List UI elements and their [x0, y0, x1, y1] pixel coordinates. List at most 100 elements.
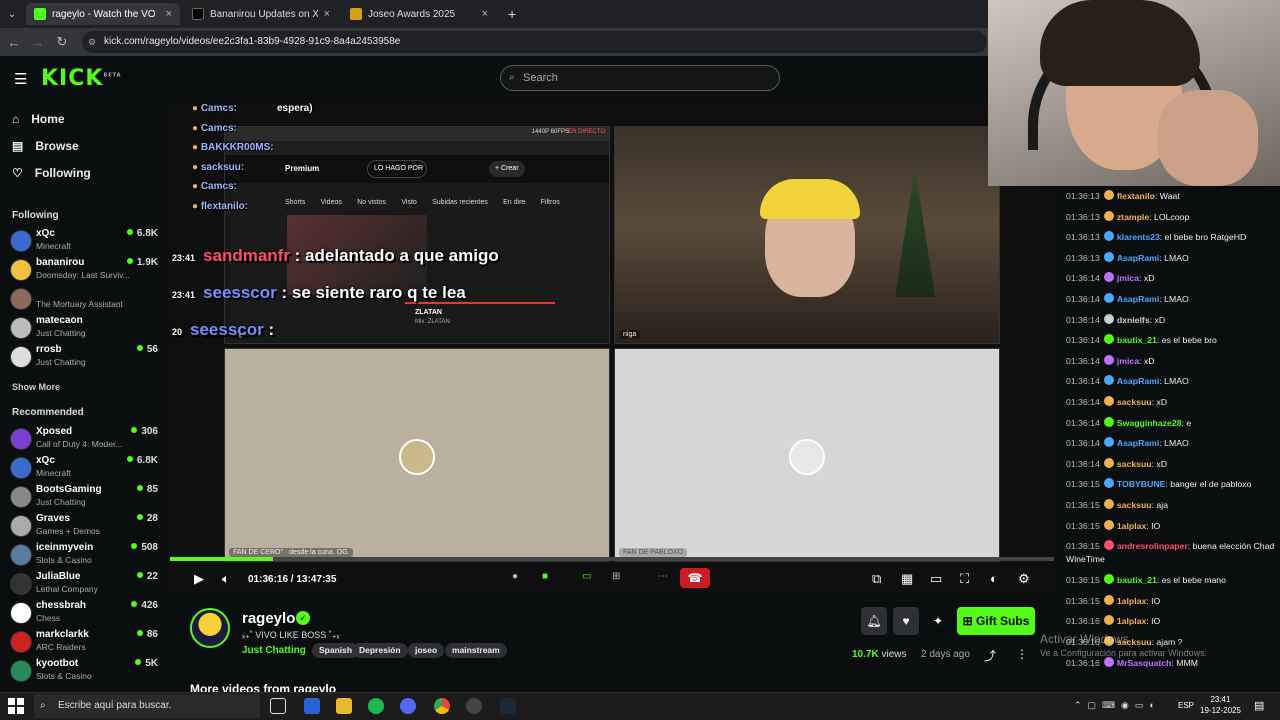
tab-close-icon[interactable]: ×: [482, 8, 488, 20]
chat-username[interactable]: bautix_21: [1117, 575, 1157, 585]
channel-row[interactable]: JuliaBlue Lethal Company 22: [10, 571, 162, 599]
share-icon[interactable]: ⤴: [984, 647, 996, 664]
chat-username[interactable]: AsapRami: [1117, 253, 1160, 263]
windows-start-icon[interactable]: [8, 698, 24, 714]
tab-x[interactable]: Bananirou Updates on X: ""Ban ×: [184, 3, 338, 25]
channel-row[interactable]: xQc Minecraft 6.8K: [10, 455, 162, 483]
chat-username[interactable]: TOBYBUNE: [1117, 479, 1166, 489]
taskbar-clock[interactable]: 23:41 19-12-2025: [1200, 694, 1241, 716]
chat-username[interactable]: AsapRami: [1117, 376, 1160, 386]
chat-username[interactable]: sacksuu: [1117, 500, 1152, 510]
chat-username[interactable]: sacksuu: [1117, 459, 1152, 469]
tab-close-icon[interactable]: ×: [324, 8, 330, 20]
back-icon[interactable]: ←: [2, 35, 26, 50]
channel-row[interactable]: matecaon Just Chatting: [10, 315, 162, 343]
chrome-icon[interactable]: [434, 698, 450, 714]
channel-row[interactable]: markclarkk ARC Raiders 86: [10, 629, 162, 657]
channel-category: Games + Demos: [36, 526, 101, 536]
language-indicator[interactable]: ESP: [1178, 701, 1194, 710]
chat-username[interactable]: Swagginhaze28: [1117, 418, 1182, 428]
search-input[interactable]: ⌕ Search: [500, 65, 780, 91]
kick-logo[interactable]: KICKBETA: [41, 66, 122, 91]
overlay-chat-line: ● Camcs:: [192, 181, 277, 192]
show-more-button[interactable]: Show More: [12, 382, 60, 392]
chat-username[interactable]: AsapRami: [1117, 294, 1160, 304]
streamer-webcam: [988, 0, 1280, 186]
chat-username[interactable]: klarents23: [1117, 232, 1160, 242]
chat-timestamp: 01:36:13: [1066, 211, 1100, 222]
notifications-icon[interactable]: ▤: [1254, 699, 1264, 712]
file-explorer-icon[interactable]: [336, 698, 352, 714]
tag-chip[interactable]: joseo: [408, 643, 445, 658]
site-info-icon[interactable]: ⚙: [88, 31, 96, 53]
follow-heart-icon[interactable]: ♥: [893, 607, 919, 635]
chat-username[interactable]: flextanilo: [1117, 191, 1155, 201]
chat-message: 01:36:14 bautix_21: es el bebe bro: [1066, 334, 1278, 347]
reload-icon[interactable]: ↻: [50, 34, 74, 50]
channel-row[interactable]: BootsGaming Just Chatting 85: [10, 484, 162, 512]
fullscreen-icon[interactable]: ⛶: [960, 571, 969, 587]
overlay-badge-icon: ●: [192, 161, 201, 173]
theater-icon[interactable]: ▭: [930, 571, 942, 587]
category-link[interactable]: Just Chatting: [242, 645, 306, 656]
channel-name[interactable]: rageylo: [242, 610, 295, 627]
settings-icon[interactable]: ⚙: [1018, 571, 1030, 587]
spotify-icon[interactable]: [368, 698, 384, 714]
channel-row[interactable]: kyootbot Slots & Casino 5K: [10, 658, 162, 686]
forward-icon[interactable]: →: [26, 35, 50, 50]
chat-username[interactable]: MrSasquatch: [1117, 658, 1172, 668]
channel-row[interactable]: bananirou Doomsday: Last Surviv... 1.9K: [10, 257, 162, 285]
pip-icon[interactable]: ⧉: [872, 571, 881, 587]
chat-username[interactable]: 1alplax: [1117, 596, 1146, 606]
more-options-icon[interactable]: ⋮: [1016, 647, 1028, 661]
speed-icon[interactable]: ◐: [990, 571, 998, 586]
play-icon[interactable]: ▶: [194, 571, 204, 587]
sparkle-icon[interactable]: ✦: [925, 607, 951, 635]
hamburger-menu-icon[interactable]: ☰: [14, 70, 27, 88]
video-player[interactable]: 1440P 60FPS EN DIRECTO Premium LO HAGO P…: [170, 100, 1054, 562]
discord-icon[interactable]: [400, 698, 416, 714]
app-icon[interactable]: [304, 698, 320, 714]
new-tab-button[interactable]: +: [500, 3, 524, 25]
clip-icon[interactable]: ▦: [901, 571, 913, 587]
url-field[interactable]: ⚙ kick.com/rageylo/videos/ee2c3fa1-83b9-…: [82, 31, 987, 53]
video-progress-bar[interactable]: [170, 557, 1054, 561]
channel-name: Xposed: [36, 426, 73, 437]
notification-bell-icon[interactable]: 🔔︎: [861, 607, 887, 635]
nav-following[interactable]: ♡ Following: [12, 166, 91, 180]
steam-icon[interactable]: [500, 698, 516, 714]
tab-close-icon[interactable]: ×: [166, 8, 172, 20]
chat-username[interactable]: dxnielfs: [1117, 315, 1150, 325]
volume-icon[interactable]: 🔈︎: [222, 571, 230, 587]
tag-chip[interactable]: Depresión: [352, 643, 408, 658]
system-tray-icons[interactable]: ⌃▢⌨◉▭◐: [1074, 700, 1161, 711]
task-view-icon[interactable]: [270, 698, 286, 714]
tab-joseo[interactable]: Joseo Awards 2025 ×: [342, 3, 496, 25]
channel-row[interactable]: Graves Games + Demos 28: [10, 513, 162, 541]
channel-row[interactable]: iceinmyvein Slots & Casino 508: [10, 542, 162, 570]
channel-avatar[interactable]: [190, 608, 230, 648]
gift-subs-button[interactable]: ⊞ Gift Subs: [957, 607, 1035, 635]
tag-chip[interactable]: mainstream: [445, 643, 507, 658]
nav-home[interactable]: ⌂ Home: [12, 112, 65, 126]
chat-username[interactable]: jmica: [1117, 273, 1139, 283]
chat-username[interactable]: bautix_21: [1117, 335, 1157, 345]
chat-username[interactable]: andresrolinpaper: [1117, 541, 1188, 551]
chat-username[interactable]: AsapRami: [1117, 438, 1160, 448]
chat-username[interactable]: 1alplax: [1117, 616, 1146, 626]
channel-row[interactable]: rrosb Just Chatting 56: [10, 344, 162, 372]
taskbar-search[interactable]: ⌕ Escribe aquí para buscar.: [34, 694, 260, 718]
chat-username[interactable]: jmica: [1117, 356, 1139, 366]
tab-search-icon[interactable]: ⌄: [0, 3, 24, 25]
channel-row[interactable]: Xposed Call of Duty 4: Moder... 306: [10, 426, 162, 454]
chat-username[interactable]: 1alplax: [1117, 521, 1146, 531]
obs-icon[interactable]: [466, 698, 482, 714]
channel-row[interactable]: xQc Minecraft 6.8K: [10, 228, 162, 256]
channel-row[interactable]: The Mortuary Assistant: [10, 286, 162, 314]
tab-kick[interactable]: rageylo - Watch the VOD on Ki ×: [26, 3, 180, 25]
chat-username[interactable]: ztample: [1117, 212, 1149, 222]
nav-browse[interactable]: ▤ Browse: [12, 139, 79, 153]
chat-username[interactable]: sacksuu: [1117, 397, 1152, 407]
chat-message: 01:36:14 jmica: xD: [1066, 272, 1278, 285]
channel-row[interactable]: chessbrah Chess 426: [10, 600, 162, 628]
